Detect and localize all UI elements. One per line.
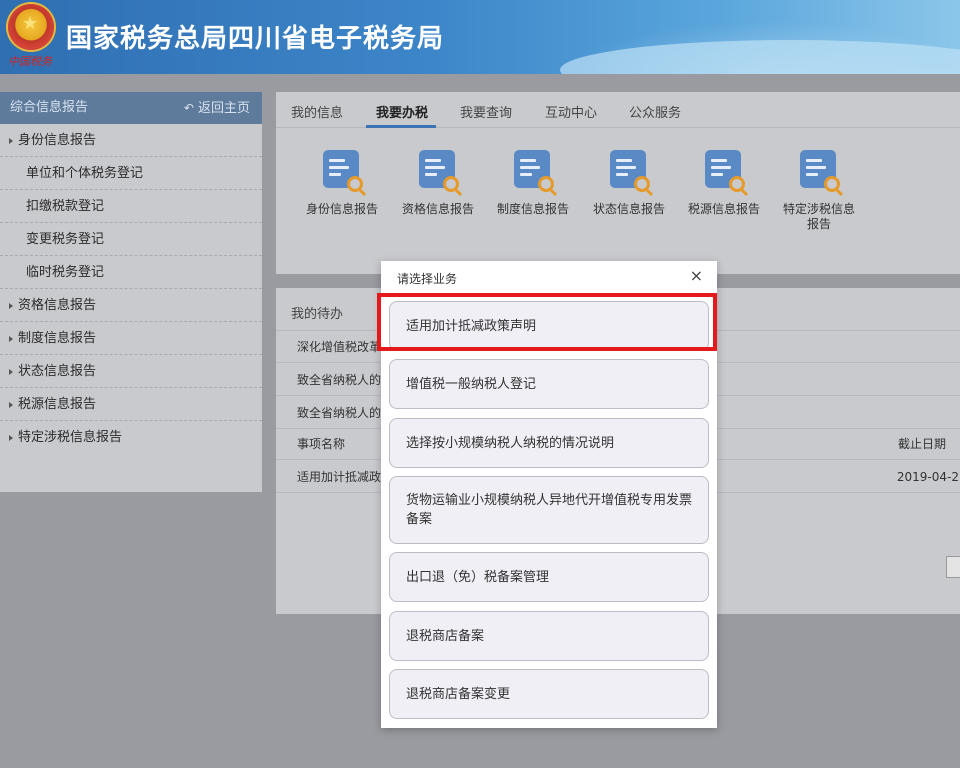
shortcut-label: 税源信息报告 — [688, 202, 761, 216]
shortcut-label: 身份信息报告 — [306, 202, 379, 216]
tax-signature-logo: 中国税务 — [8, 55, 52, 68]
shortcut-label: 制度信息报告 — [497, 202, 570, 216]
option-refund-store-filing[interactable]: 退税商店备案 — [389, 611, 709, 661]
tab-my-info[interactable]: 我的信息 — [291, 102, 343, 121]
option-refund-store-change[interactable]: 退税商店备案变更 — [389, 669, 709, 719]
main-tabs: 我的信息 我要办税 我要查询 互动中心 公众服务 — [276, 92, 960, 128]
document-search-icon — [705, 150, 745, 192]
document-search-icon — [323, 150, 363, 192]
column-header-deadline: 截止日期 — [897, 437, 946, 451]
main-panel: 我的信息 我要办税 我要查询 互动中心 公众服务 身份信息报告 资格信息报告 制… — [276, 92, 960, 274]
select-business-modal: 请选择业务 × 适用加计抵减政策声明 增值税一般纳税人登记 选择按小规模纳税人纳… — [381, 261, 717, 728]
tab-query[interactable]: 我要查询 — [460, 102, 512, 121]
back-home-link[interactable]: ↶ 返回主页 — [184, 92, 250, 125]
shortcut-system-report[interactable]: 制度信息报告 — [497, 150, 569, 217]
tab-my-todo[interactable]: 我的待办 — [291, 303, 343, 322]
sidebar-header: 综合信息报告 ↶ 返回主页 — [0, 92, 262, 124]
sidebar-item-identity[interactable]: 身份信息报告 — [0, 124, 262, 157]
shortcut-label: 状态信息报告 — [593, 202, 666, 216]
shortcut-label: 特定涉税信息报告 — [783, 202, 856, 231]
sidebar-item-tax-source[interactable]: 税源信息报告 — [0, 388, 262, 421]
option-small-scale-explanation[interactable]: 选择按小规模纳税人纳税的情况说明 — [389, 418, 709, 468]
table-cell-item: 适用加计抵减政 — [297, 470, 382, 484]
shortcut-qualification-report[interactable]: 资格信息报告 — [402, 150, 474, 217]
sidebar-item-unit-registration[interactable]: 单位和个体税务登记 — [0, 157, 262, 190]
site-header: 中国税务 国家税务总局四川省电子税务局 — [0, 0, 960, 74]
close-icon[interactable]: × — [690, 267, 703, 285]
notice-text: 致全省纳税人的 — [297, 373, 382, 387]
column-header-item: 事项名称 — [297, 437, 346, 451]
back-home-label: 返回主页 — [197, 101, 250, 116]
back-arrow-icon: ↶ — [183, 101, 194, 115]
document-search-icon — [514, 150, 554, 192]
modal-title: 请选择业务 — [397, 272, 458, 286]
tax-emblem-icon — [8, 4, 54, 50]
shortcut-tax-source-report[interactable]: 税源信息报告 — [688, 150, 760, 217]
sidebar-item-system[interactable]: 制度信息报告 — [0, 322, 262, 355]
notice-text: 深化增值税改革 — [297, 340, 382, 354]
option-additional-deduction[interactable]: 适用加计抵减政策声明 — [389, 301, 709, 351]
sidebar-item-specific-tax[interactable]: 特定涉税信息报告 — [0, 421, 262, 454]
tab-interaction[interactable]: 互动中心 — [545, 102, 597, 121]
sidebar-item-change-registration[interactable]: 变更税务登记 — [0, 223, 262, 256]
site-title: 国家税务总局四川省电子税务局 — [66, 24, 445, 54]
sidebar-item-status[interactable]: 状态信息报告 — [0, 355, 262, 388]
option-transport-invoice-filing[interactable]: 货物运输业小规模纳税人异地代开增值税专用发票备案 — [389, 476, 709, 544]
pager-button[interactable] — [946, 556, 960, 578]
document-search-icon — [419, 150, 459, 192]
sidebar-item-qualification[interactable]: 资格信息报告 — [0, 289, 262, 322]
active-tab-indicator — [366, 125, 436, 128]
shortcut-identity-report[interactable]: 身份信息报告 — [306, 150, 378, 217]
tab-public-service[interactable]: 公众服务 — [629, 102, 681, 121]
notice-text: 致全省纳税人的 — [297, 406, 382, 420]
sidebar-item-withholding-registration[interactable]: 扣缴税款登记 — [0, 190, 262, 223]
option-general-taxpayer-registration[interactable]: 增值税一般纳税人登记 — [389, 359, 709, 409]
document-search-icon — [610, 150, 650, 192]
tab-tax-handling[interactable]: 我要办税 — [376, 102, 428, 121]
document-search-icon — [800, 150, 840, 192]
option-export-refund-filing[interactable]: 出口退（免）税备案管理 — [389, 552, 709, 602]
sidebar-title: 综合信息报告 — [10, 100, 89, 115]
table-cell-deadline: 2019-04-2 — [896, 470, 959, 484]
shortcut-label: 资格信息报告 — [402, 202, 475, 216]
sidebar-item-temporary-registration[interactable]: 临时税务登记 — [0, 256, 262, 289]
shortcut-status-report[interactable]: 状态信息报告 — [593, 150, 665, 217]
sidebar: 综合信息报告 ↶ 返回主页 身份信息报告 单位和个体税务登记 扣缴税款登记 变更税… — [0, 92, 262, 492]
shortcut-specific-tax-report[interactable]: 特定涉税信息报告 — [783, 150, 855, 232]
